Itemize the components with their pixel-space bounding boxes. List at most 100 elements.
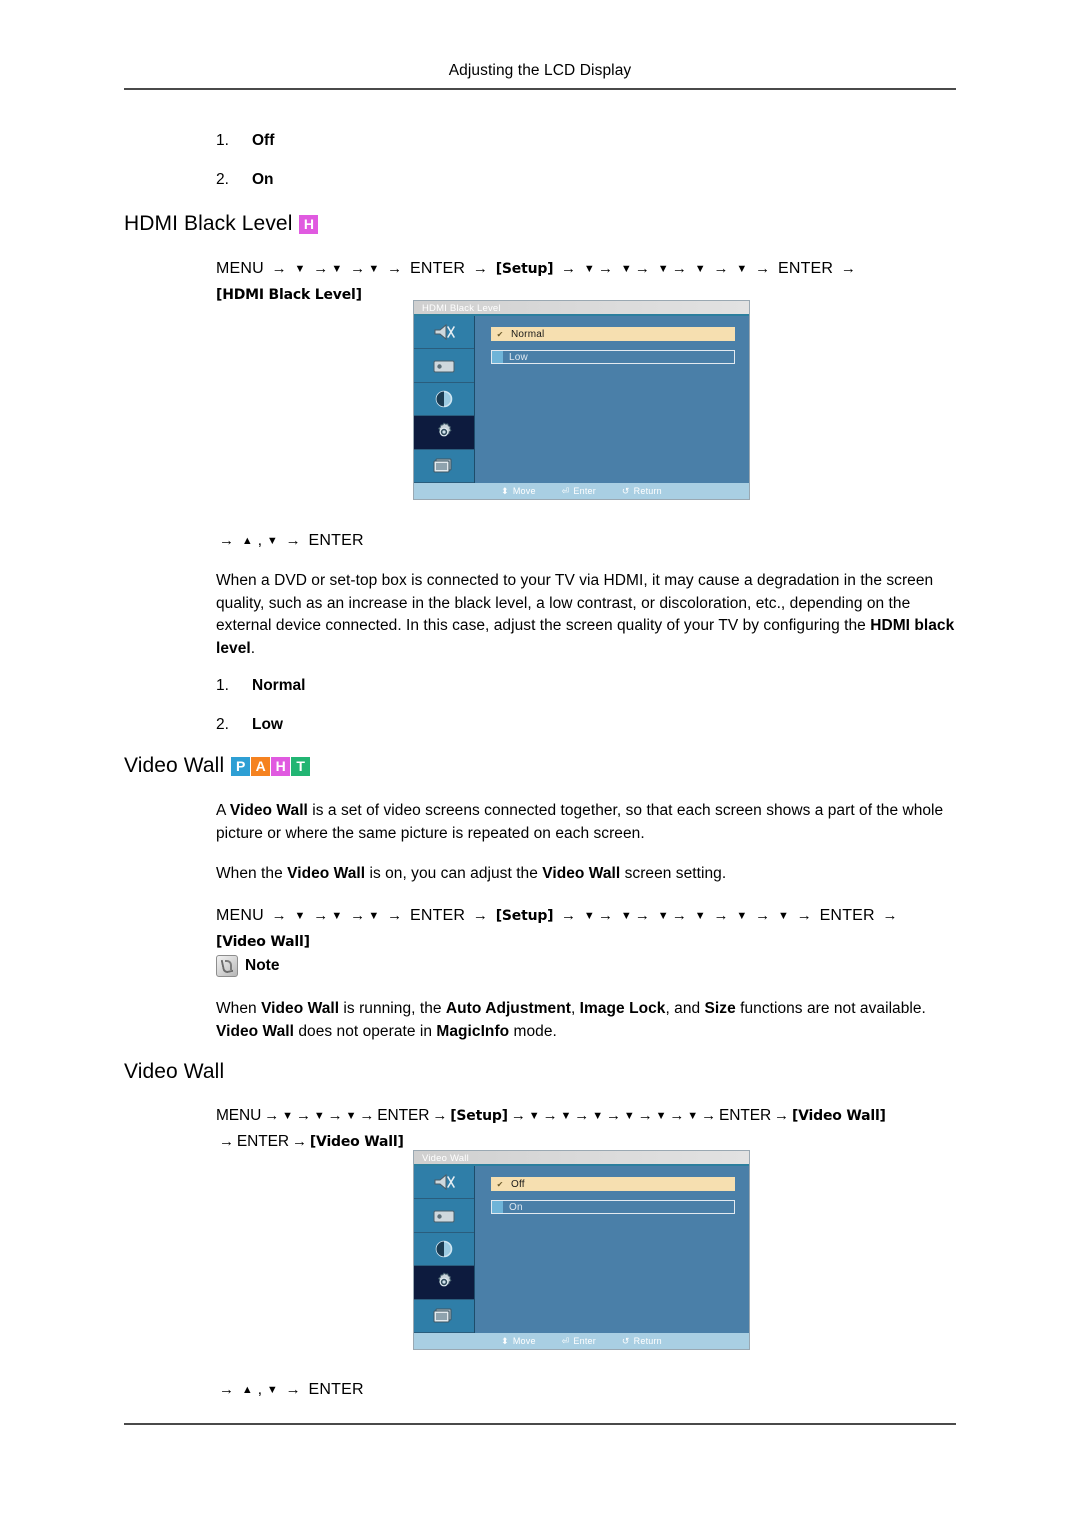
arrow-icon: → [219, 532, 235, 549]
down-arrow-icon: ▼ [282, 1110, 293, 1122]
note-emphasis: Video Wall [216, 1022, 295, 1040]
list-item-number: 1. [216, 132, 229, 149]
arrow-icon: → [796, 907, 812, 924]
paragraph-emphasis: Video Wall [287, 865, 366, 882]
osd-footer-enter: ⏎ Enter [562, 486, 596, 497]
menu-token-enter: ENTER [308, 1381, 364, 1398]
check-icon: ✔ [496, 1179, 504, 1189]
osd-sidebar-item-setup[interactable] [414, 416, 474, 450]
note-text: , [570, 1000, 580, 1017]
model-badges: H [299, 214, 319, 234]
paragraph-text: When the [216, 865, 288, 882]
arrow-icon: → [219, 1133, 234, 1150]
setup-gear-icon [438, 422, 452, 437]
multi-control-icon [433, 458, 452, 473]
osd-sidebar-item-picture[interactable] [414, 1199, 474, 1233]
menu-token-enter: ENTER [308, 532, 364, 549]
menu-token-enter: ENTER [719, 1107, 772, 1124]
header-rule [124, 88, 956, 90]
arrow-icon: → [597, 260, 614, 277]
osd-option-row[interactable]: ✔ Normal [491, 327, 735, 341]
osd-sidebar-item-multi-control[interactable] [414, 1299, 474, 1334]
down-arrow-icon: ▼ [655, 1110, 667, 1122]
move-icon: ⬍ [501, 485, 509, 496]
arrow-icon: → [713, 260, 729, 277]
arrow-icon: → [840, 260, 857, 277]
picture-icon [433, 1210, 455, 1223]
osd-option-row[interactable]: Low [491, 350, 735, 364]
down-arrow-icon: ▼ [583, 263, 595, 275]
osd-option-label: Off [511, 1178, 525, 1190]
return-icon: ↺ [621, 1335, 630, 1346]
osd-sidebar-item-sound[interactable] [414, 1166, 474, 1200]
osd-sidebar-item-contrast[interactable] [414, 382, 474, 417]
heading-text: Video Wall [124, 754, 225, 777]
osd-sidebar-item-sound[interactable] [414, 316, 474, 350]
contrast-icon [435, 390, 453, 408]
list-item-label: Normal [252, 677, 306, 694]
osd-footer-return: ↺ Return [622, 1336, 662, 1347]
arrow-icon: → [359, 1107, 375, 1124]
down-arrow-icon: ▼ [528, 1110, 540, 1122]
paragraph-text-mid: is on, you can adjust the [365, 865, 543, 882]
arrow-icon: → [285, 532, 301, 549]
osd-body: ✔ Normal Low [414, 316, 749, 484]
osd-sidebar-item-multi-control[interactable] [414, 449, 474, 484]
down-arrow-icon: ▼ [368, 910, 380, 922]
menu-path-video-wall: MENU → ▼ → ▼ → ▼ → ENTER → [Setup] → ▼ → ▼ →… [216, 903, 976, 955]
comma: , [257, 1381, 263, 1398]
down-arrow-icon: ▼ [313, 1110, 325, 1122]
arrow-icon: → [755, 907, 771, 924]
menu-token-menu: MENU [216, 260, 264, 277]
osd-sidebar-item-picture[interactable] [414, 349, 474, 383]
arrow-icon: → [350, 907, 366, 924]
paragraph-emphasis: Video Wall [542, 865, 621, 882]
menu-token-enter: ENTER [236, 1133, 289, 1150]
arrow-icon: → [291, 1133, 307, 1150]
menu-token-target: [HDMI Black Level] [216, 287, 362, 303]
osd-footer-move: ⬍ Move [501, 1336, 536, 1347]
note-text: mode. [509, 1022, 557, 1040]
osd-sidebar-item-contrast[interactable] [414, 1232, 474, 1267]
list-item-number: 2. [216, 171, 229, 188]
osd-footer-label: Enter [573, 486, 596, 496]
menu-token-enter: ENTER [377, 1107, 430, 1124]
osd-option-row[interactable]: On [491, 1200, 735, 1214]
key-hint-hdmi-black-level: → ▲ , ▼ → ENTER [216, 528, 976, 554]
list-item: 2. On [216, 170, 516, 190]
menu-token-target2: [Video Wall] [309, 1134, 404, 1150]
badge-h: H [271, 756, 291, 776]
arrow-icon: → [432, 1107, 448, 1124]
menu-token-target1: [Video Wall] [791, 1108, 886, 1124]
osd-footer: ⬍ Move ⏎ Enter ↺ Return [414, 1333, 749, 1349]
paragraph-note-text: When Video Wall is running, the Auto Adj… [216, 998, 964, 1043]
note-label: Note [245, 957, 280, 974]
arrow-icon: → [542, 1107, 558, 1124]
paragraph-text-end: is a set of video screens connected toge… [216, 802, 944, 842]
menu-token-target: [Video Wall] [216, 934, 310, 950]
arrow-icon: → [634, 907, 651, 924]
sound-icon [434, 1174, 455, 1191]
arrow-icon: → [561, 260, 577, 277]
menu-token-menu: MENU [216, 1107, 262, 1124]
note-block: Note [216, 955, 279, 977]
osd-sidebar-item-setup[interactable] [414, 1266, 474, 1300]
list-item: 1. Normal [216, 676, 516, 696]
osd-title: Video Wall [414, 1151, 749, 1166]
arrow-icon: → [774, 1107, 789, 1124]
osd-footer-label: Return [633, 486, 662, 496]
hdmi-options-list: 1. Normal 2. Low [216, 676, 516, 754]
arrow-icon: → [295, 1107, 311, 1124]
note-text: is running, the [339, 1000, 446, 1017]
heading-hdmi-black-level: HDMI Black Level H [124, 212, 319, 236]
osd-footer-label: Return [633, 1336, 662, 1346]
paragraph-emphasis: Video Wall [229, 802, 308, 819]
up-arrow-icon: ▲ [241, 535, 253, 547]
badge-p: P [231, 756, 251, 776]
osd-option-row[interactable]: ✔ Off [491, 1177, 735, 1191]
down-arrow-icon: ▼ [620, 263, 632, 275]
down-arrow-icon: ▼ [777, 910, 790, 922]
arrow-icon: → [327, 1107, 343, 1124]
down-arrow-icon: ▼ [623, 1110, 635, 1122]
down-arrow-icon: ▼ [266, 1384, 279, 1396]
